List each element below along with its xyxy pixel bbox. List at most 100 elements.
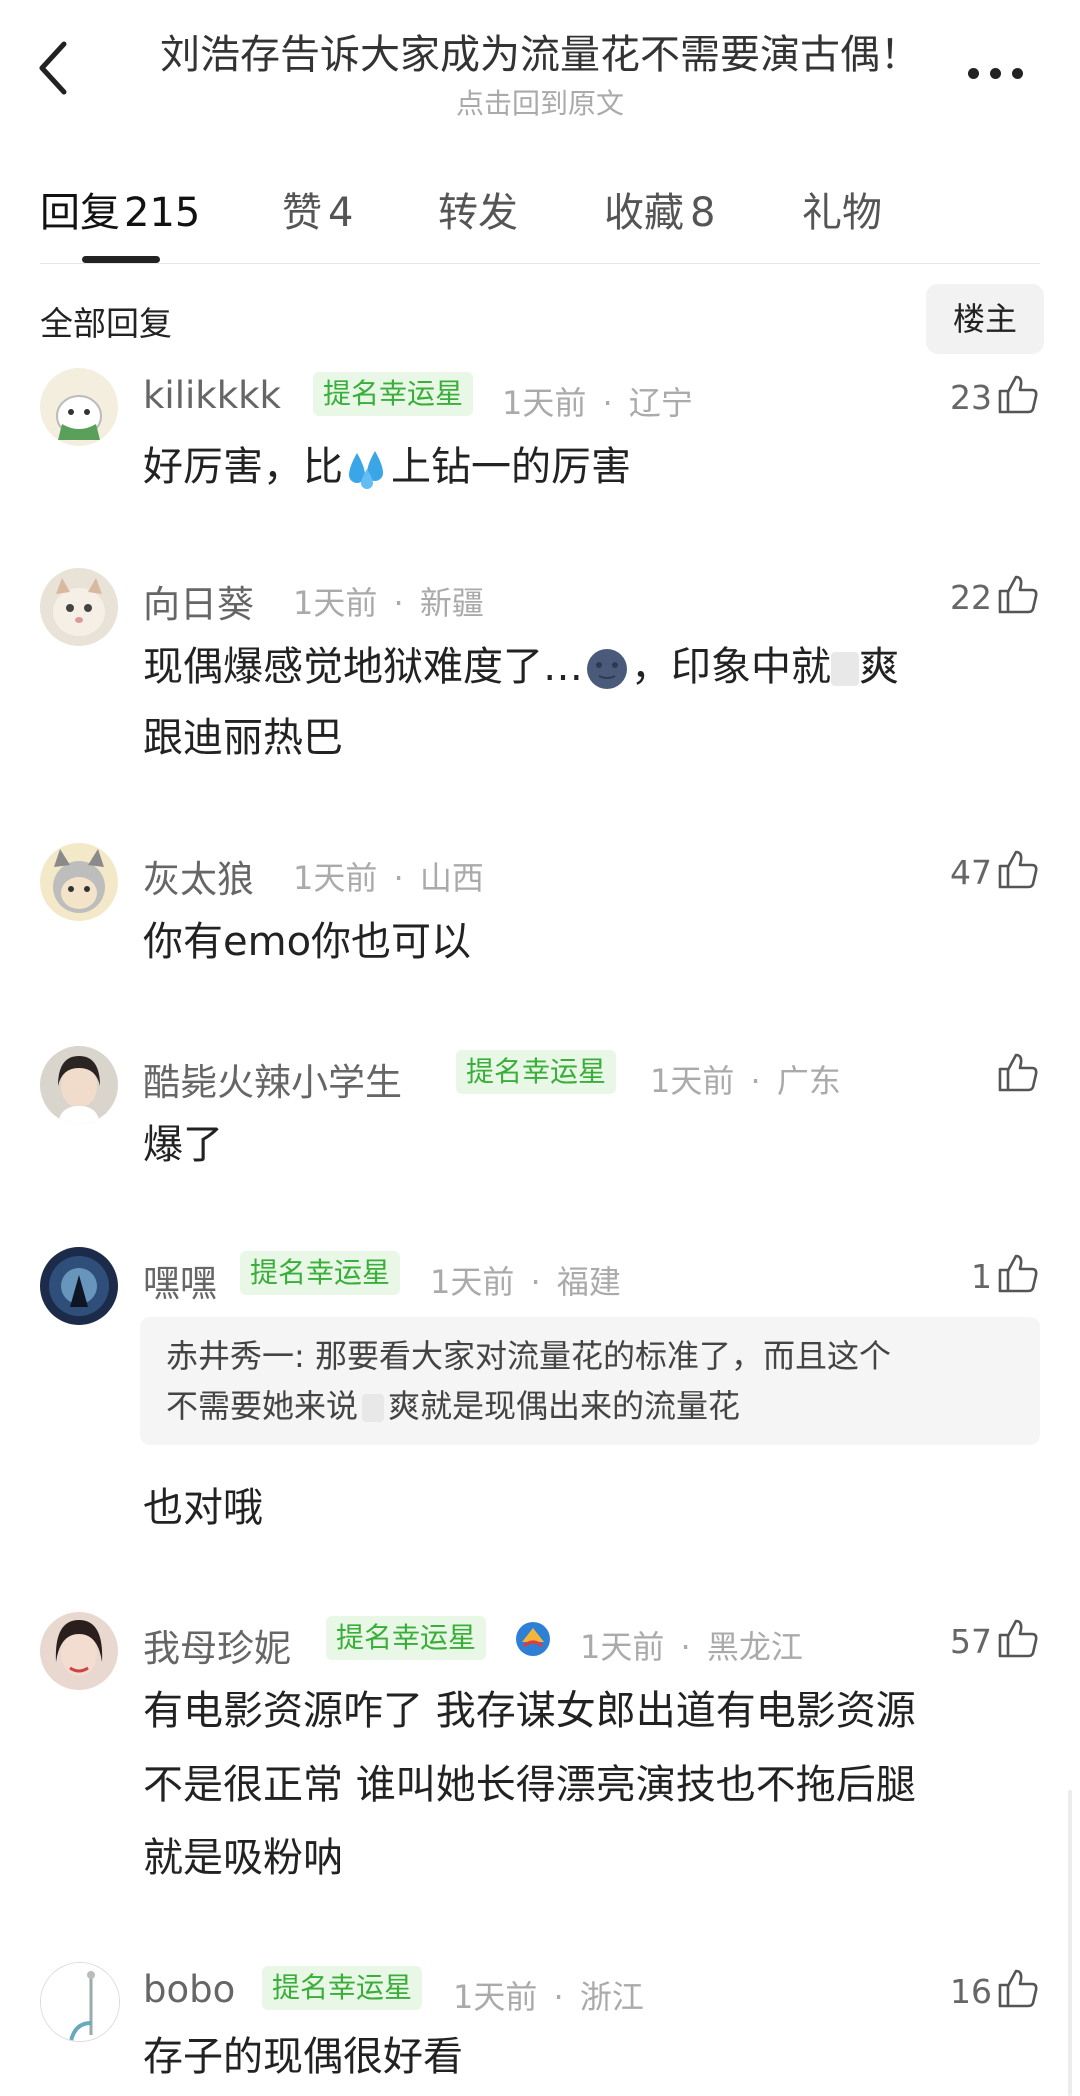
avatar[interactable] — [40, 1612, 118, 1690]
like-button[interactable]: 16 — [920, 1966, 1040, 2014]
username[interactable]: 嘿嘿 — [143, 1253, 217, 1307]
like-button[interactable]: 1 — [940, 1251, 1040, 1299]
location: 辽宁 — [628, 384, 693, 422]
comment-item: kilikkkk 提名幸运星 1天前 · 辽宁 23 好厉害，比 上钻一的厉害 — [0, 368, 1080, 538]
username[interactable]: 酷毙火辣小学生 — [143, 1052, 402, 1106]
avatar[interactable] — [40, 1247, 118, 1325]
comment-meta: 1天前 · 山西 — [293, 853, 484, 899]
timestamp: 1天前 — [293, 859, 378, 897]
tab-replies[interactable]: 回复 215 — [40, 180, 200, 238]
comment-item: 我母珍妮 提名幸运星 1天前 · 黑龙江 57 有电影资源咋了 我存谋女郎出道有… — [0, 1612, 1080, 1892]
comment-text-part: 爽 — [859, 644, 899, 690]
divider — [40, 263, 1040, 264]
more-dots-icon[interactable] — [968, 52, 1028, 92]
lucky-star-badge: 提名幸运星 — [240, 1251, 401, 1295]
comment-text-line: 现偶爆感觉地狱难度了… ，印象中就爽 — [143, 632, 899, 703]
meta-separator: · — [602, 384, 613, 422]
avatar[interactable] — [40, 1046, 118, 1124]
comment-text-line: 不是很正常 谁叫她长得漂亮演技也不拖后腿 — [143, 1762, 916, 1808]
timestamp: 1天前 — [580, 1628, 665, 1666]
username[interactable]: 我母珍妮 — [143, 1618, 291, 1672]
like-button[interactable]: 47 — [920, 847, 1040, 895]
thumbs-up-icon — [998, 1969, 1038, 2008]
username[interactable]: kilikkkk — [143, 374, 281, 417]
timestamp: 1天前 — [650, 1062, 735, 1100]
meta-separator: · — [393, 584, 404, 622]
active-tab-indicator — [82, 256, 160, 263]
redacted-blur — [831, 652, 859, 686]
meta-separator: · — [393, 859, 404, 897]
like-count: 1 — [971, 1257, 992, 1296]
avatar[interactable] — [40, 568, 118, 646]
page-title[interactable]: 刘浩存告诉大家成为流量花不需要演古偶！ — [130, 22, 950, 80]
location: 新疆 — [419, 584, 484, 622]
like-count: 23 — [950, 378, 992, 417]
comment-text-part: 好厉害，比 — [143, 444, 343, 490]
meta-separator: · — [553, 1978, 564, 2016]
like-count: 22 — [950, 578, 992, 617]
quote-text-part: 爽就是现偶出来的流量花 — [388, 1387, 741, 1425]
comment-text-line: 就是吸粉呐 — [143, 1835, 343, 1881]
comment-item: 嘿嘿 提名幸运星 1天前 · 福建 1 赤井秀一: 那要看大家对流量花的标准了，… — [0, 1247, 1080, 1547]
comment-text: 爆了 — [143, 1122, 223, 1168]
location: 黑龙江 — [706, 1628, 803, 1666]
comment-meta: 1天前 · 辽宁 — [502, 378, 693, 424]
avatar[interactable] — [40, 843, 118, 921]
thumbs-up-icon — [998, 375, 1038, 414]
like-count: 57 — [950, 1622, 992, 1661]
username[interactable]: 灰太狼 — [143, 849, 254, 903]
comment-meta: 1天前 · 黑龙江 — [580, 1622, 803, 1668]
tab-label: 赞 — [282, 190, 322, 236]
comment-text: 好厉害，比 上钻一的厉害 — [143, 432, 631, 503]
comment-text-part: ，印象中就 — [631, 644, 831, 690]
author-only-button[interactable]: 楼主 — [926, 284, 1044, 354]
like-button[interactable]: 23 — [920, 372, 1040, 420]
tab-label: 收藏 — [604, 190, 684, 236]
thumbs-up-icon — [998, 1053, 1038, 1092]
tab-reposts[interactable]: 转发 — [438, 180, 518, 238]
comment-meta: 1天前 · 新疆 — [293, 578, 484, 624]
comment-meta: 1天前 · 福建 — [430, 1257, 621, 1303]
comment-item: 酷毙火辣小学生 提名幸运星 1天前 · 广东 爆了 — [0, 1046, 1080, 1186]
chevron-left-icon[interactable] — [34, 38, 74, 98]
like-count: 16 — [950, 1972, 992, 2011]
comment-text-part: 现偶爆感觉地狱难度了… — [143, 644, 583, 690]
tab-label: 转发 — [438, 190, 518, 236]
quote-text-part: 不需要她来说 — [166, 1387, 359, 1425]
back-to-original-link[interactable]: 点击回到原文 — [130, 82, 950, 122]
scrollbar[interactable] — [1068, 1790, 1072, 2096]
comment-item: bobo 提名幸运星 1天前 · 浙江 16 存子的现偶很好看 — [0, 1962, 1080, 2096]
meta-separator: · — [530, 1263, 541, 1301]
quoted-reply[interactable]: 赤井秀一: 那要看大家对流量花的标准了，而且这个 不需要她来说 爽就是现偶出来的流… — [140, 1317, 1040, 1445]
thumbs-up-icon — [998, 575, 1038, 614]
timestamp: 1天前 — [430, 1263, 515, 1301]
lucky-star-badge: 提名幸运星 — [326, 1616, 487, 1660]
like-count: 47 — [950, 853, 992, 892]
timestamp: 1天前 — [293, 584, 378, 622]
moon-face-emoji — [587, 649, 627, 689]
tab-gifts[interactable]: 礼物 — [802, 180, 882, 238]
location: 广东 — [776, 1062, 841, 1100]
medal-icon — [516, 1622, 550, 1656]
username[interactable]: 向日葵 — [143, 574, 254, 628]
timestamp: 1天前 — [453, 1978, 538, 2016]
like-button[interactable]: 57 — [920, 1616, 1040, 1664]
tab-label: 回复 — [40, 190, 120, 236]
tab-favorites[interactable]: 收藏 8 — [604, 180, 715, 238]
tab-count: 4 — [328, 190, 354, 236]
section-title: 全部回复 — [40, 304, 172, 343]
avatar[interactable] — [40, 1962, 120, 2042]
sweat-droplets-emoji — [349, 451, 383, 489]
tab-bar: 回复 215 赞4 转发 收藏 8 礼物 — [0, 180, 1080, 264]
comment-text-line: 有电影资源咋了 我存谋女郎出道有电影资源 — [143, 1688, 916, 1734]
comment-meta: 1天前 · 广东 — [650, 1056, 841, 1102]
like-button[interactable] — [980, 1050, 1040, 1098]
avatar[interactable] — [40, 368, 118, 446]
username[interactable]: bobo — [143, 1968, 235, 2011]
comment-text: 存子的现偶很好看 — [143, 2034, 463, 2080]
meta-separator: · — [680, 1628, 691, 1666]
like-button[interactable]: 22 — [920, 572, 1040, 620]
tab-likes[interactable]: 赞4 — [282, 180, 353, 238]
tab-count: 215 — [124, 190, 201, 236]
thumbs-up-icon — [998, 850, 1038, 889]
